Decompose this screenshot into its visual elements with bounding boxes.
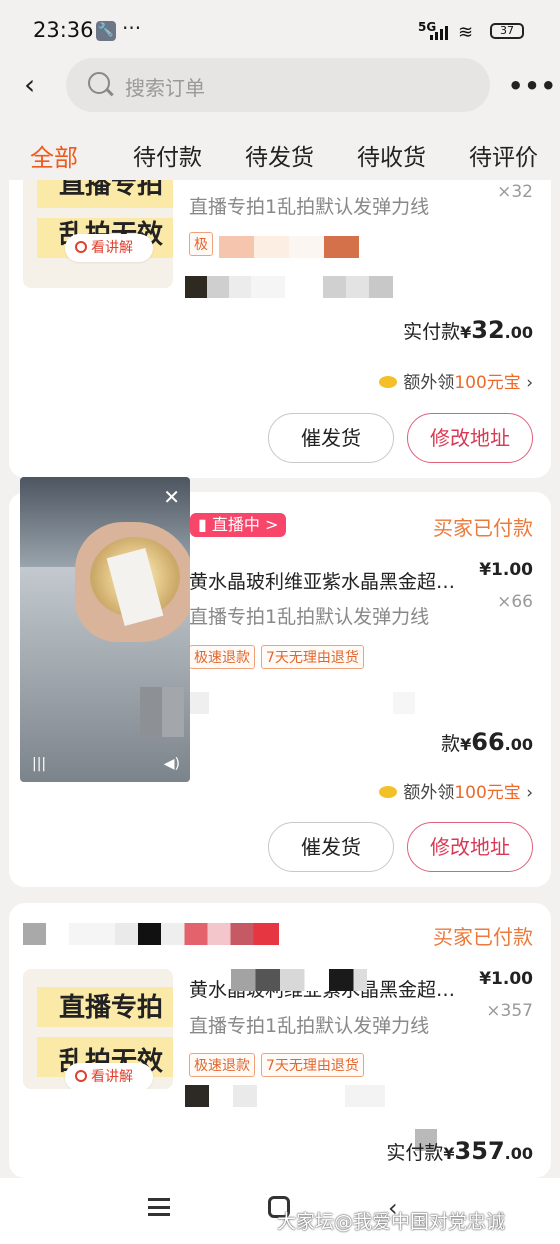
battery-icon: 37 — [490, 23, 524, 39]
order-total: 款¥66.00 — [441, 728, 533, 756]
censor-mosaic — [140, 687, 184, 737]
censor-mosaic — [231, 969, 367, 991]
live-video-window[interactable]: ✕ ||| ◀) — [20, 477, 190, 782]
urge-shipment-button[interactable]: 催发货 — [268, 413, 394, 463]
total-label: 款 — [441, 733, 461, 755]
product-price: ¥1.00 — [479, 560, 533, 580]
chevron-right-icon: › — [526, 783, 533, 803]
more-options-icon[interactable]: ••• — [508, 72, 557, 100]
order-card[interactable]: 买家已付款 直播专拍 乱拍无效 看讲解 黄水晶玻利维亚紫水晶黑金超… ¥1.00… — [9, 903, 551, 1178]
censor-mosaic — [323, 276, 393, 298]
bonus-prefix: 额外领 — [403, 783, 455, 803]
tag-7day-return: 7天无理由退货 — [261, 1053, 364, 1077]
bonus-value: 100元宝 — [454, 783, 521, 803]
play-icon — [75, 241, 87, 253]
watermark: 大家坛@我爱中国对党忠诚 — [277, 1211, 506, 1233]
product-price: ¥1.00 — [479, 969, 533, 989]
watch-label: 看讲解 — [91, 240, 133, 256]
censor-mosaic — [219, 236, 359, 258]
product-tags: 极速退款 7天无理由退货 — [189, 1053, 370, 1077]
total-label: 实付款 — [386, 1142, 444, 1164]
product-quantity: ×357 — [486, 1001, 533, 1021]
total-currency: ¥ — [443, 1144, 455, 1163]
tag-fast-refund: 极速退款 — [189, 645, 255, 669]
product-thumbnail[interactable]: 直播专拍 乱拍无效 看讲解 — [23, 180, 173, 288]
thumbnail-text: 直播专拍 — [59, 180, 164, 200]
product-subtitle: 直播专拍1乱拍默认发弹力线 — [189, 196, 430, 218]
product-tags: 极速退款 7天无理由退货 — [189, 645, 370, 669]
back-icon[interactable]: ‹ — [24, 70, 54, 100]
search-icon — [88, 72, 110, 94]
product-subtitle: 直播专拍1乱拍默认发弹力线 — [189, 606, 430, 628]
order-tabs: 全部 待付款 待发货 待收货 待评价 — [0, 130, 560, 180]
order-total: 实付款¥32.00 — [403, 316, 533, 344]
speaker-icon[interactable]: ◀) — [164, 756, 180, 772]
total-decimal: .00 — [504, 323, 533, 342]
product-thumbnail[interactable]: 直播专拍 乱拍无效 看讲解 — [23, 969, 173, 1089]
status-bar: 23:36 🔧 ··· 5G ≋ 37 — [0, 0, 560, 60]
product-subtitle: 直播专拍1乱拍默认发弹力线 — [189, 1015, 430, 1037]
bonus-link[interactable]: 额外领100元宝 › — [379, 778, 533, 803]
tab-pending-payment[interactable]: 待付款 — [133, 138, 202, 172]
censor-mosaic — [185, 1085, 385, 1107]
tag: 极 — [189, 232, 213, 256]
tab-pending-receipt[interactable]: 待收货 — [357, 138, 426, 172]
tab-all[interactable]: 全部 — [30, 138, 78, 173]
watch-explanation-button[interactable]: 看讲解 — [65, 1063, 153, 1089]
play-icon — [75, 1070, 87, 1082]
chevron-right-icon: › — [526, 373, 533, 393]
clock: 23:36 — [33, 18, 94, 42]
thumbnail-text: 直播专拍 — [59, 993, 164, 1023]
total-amount: 357 — [454, 1137, 505, 1165]
total-amount: 32 — [471, 316, 505, 344]
coin-icon — [379, 376, 398, 388]
total-amount: 66 — [471, 728, 505, 756]
audio-icon[interactable]: ||| — [32, 756, 46, 772]
product-quantity: ×32 — [497, 182, 533, 202]
censor-mosaic — [393, 692, 415, 714]
order-card[interactable]: 直播专拍 乱拍无效 看讲解 直播专拍1乱拍默认发弹力线 ×32 极 实付款¥32… — [9, 180, 551, 478]
more-notifications-icon: ··· — [122, 16, 142, 40]
search-input[interactable]: 搜索订单 — [66, 58, 490, 112]
watch-label: 看讲解 — [91, 1069, 133, 1085]
bonus-link[interactable]: 额外领100元宝 › — [379, 368, 533, 393]
censor-mosaic — [185, 276, 285, 298]
tab-pending-shipment[interactable]: 待发货 — [245, 138, 314, 172]
censor-mosaic — [23, 923, 279, 945]
live-icon: ▮ — [198, 515, 212, 534]
total-currency: ¥ — [460, 323, 472, 342]
coin-icon — [379, 786, 398, 798]
search-placeholder: 搜索订单 — [125, 76, 205, 100]
tag-fast-refund: 极速退款 — [189, 1053, 255, 1077]
wifi-icon: ≋ — [458, 22, 474, 43]
total-label: 实付款 — [403, 321, 461, 343]
close-icon[interactable]: ✕ — [163, 485, 180, 509]
bonus-value: 100元宝 — [454, 373, 521, 393]
product-tags: 极 — [189, 232, 219, 256]
tab-pending-review[interactable]: 待评价 — [469, 138, 538, 172]
watch-explanation-button[interactable]: 看讲解 — [65, 234, 153, 262]
total-decimal: .00 — [504, 1144, 533, 1163]
total-decimal: .00 — [504, 735, 533, 754]
urge-shipment-button[interactable]: 催发货 — [268, 822, 394, 872]
live-label: 直播中 > — [211, 515, 279, 534]
order-total: 实付款¥357.00 — [386, 1137, 533, 1165]
edit-address-button[interactable]: 修改地址 — [407, 822, 533, 872]
signal-icon — [430, 24, 452, 40]
recent-apps-icon[interactable] — [148, 1198, 170, 1216]
wrench-icon: 🔧 — [96, 21, 116, 41]
product-quantity: ×66 — [497, 592, 533, 612]
edit-address-button[interactable]: 修改地址 — [407, 413, 533, 463]
total-currency: ¥ — [460, 735, 472, 754]
bonus-prefix: 额外领 — [403, 373, 455, 393]
tag-7day-return: 7天无理由退货 — [261, 645, 364, 669]
live-badge[interactable]: ▮ 直播中 > — [190, 513, 287, 537]
product-title: 黄水晶玻利维亚紫水晶黑金超… — [189, 571, 456, 593]
order-status: 买家已付款 — [433, 925, 533, 949]
order-status: 买家已付款 — [433, 516, 533, 540]
